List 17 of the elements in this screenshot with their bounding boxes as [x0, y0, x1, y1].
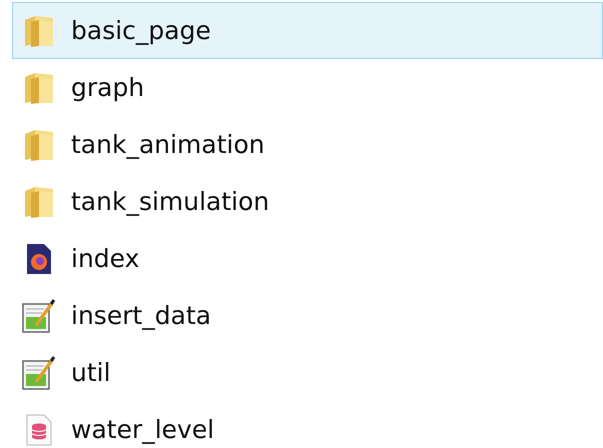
edit-file-icon: [22, 298, 56, 332]
file-name: tank_animation: [71, 128, 265, 161]
file-name: index: [71, 242, 140, 275]
folder-icon: [23, 70, 55, 104]
folder-icon: [23, 128, 55, 162]
folder-icon: [23, 184, 55, 218]
file-name: util: [71, 356, 111, 389]
file-name: graph: [71, 72, 144, 104]
file-item[interactable]: basic_page: [12, 2, 603, 59]
file-name: basic_page: [71, 14, 211, 47]
database-file-icon: [26, 414, 52, 446]
edit-file-icon: [22, 356, 56, 390]
file-name: water_level: [71, 414, 214, 446]
file-name: insert_data: [71, 300, 212, 332]
file-name: tank_simulation: [71, 186, 270, 218]
folder-icon: [23, 14, 55, 48]
browser-file-icon: [26, 242, 52, 274]
